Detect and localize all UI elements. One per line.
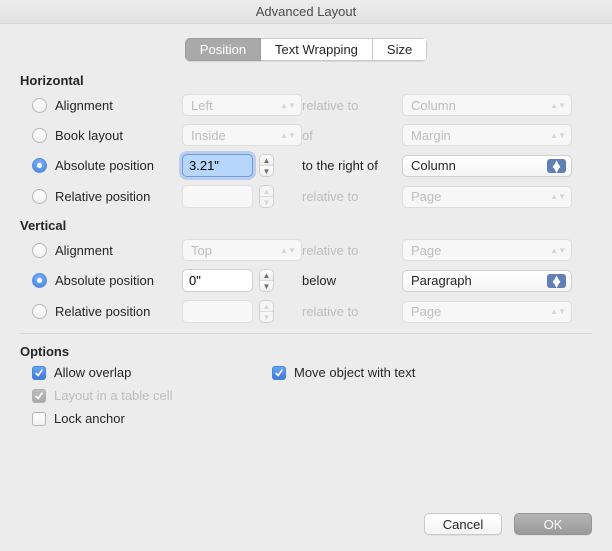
radio-icon — [32, 243, 47, 258]
checkbox-checked-icon — [272, 366, 286, 380]
radio-checked-icon — [32, 158, 47, 173]
chevron-updown-icon: ▲▼ — [547, 159, 566, 173]
ok-button[interactable]: OK — [514, 513, 592, 535]
v-abs-stepper[interactable]: ▲▼ — [182, 269, 274, 292]
v-alignment-rel-select: Page ▲▼ — [402, 239, 572, 261]
h-alignment-rel-label: relative to — [302, 98, 402, 113]
radio-icon — [32, 189, 47, 204]
h-book-label: Book layout — [55, 128, 123, 143]
h-rel-rel-value: Page — [411, 189, 441, 204]
h-book-rel-label: of — [302, 128, 402, 143]
chevron-updown-icon: ▲▼ — [550, 133, 566, 138]
v-abs-rel-label: below — [302, 273, 402, 288]
h-alignment-rel-select: Column ▲▼ — [402, 94, 572, 116]
chevron-updown-icon: ▲▼ — [550, 309, 566, 314]
section-horizontal: Horizontal — [20, 73, 592, 88]
h-alignment-rel-value: Column — [411, 98, 456, 113]
h-rel-radio[interactable]: Relative position — [32, 189, 182, 204]
h-rel-input — [182, 185, 253, 208]
h-book-select: Inside ▲▼ — [182, 124, 302, 146]
tab-text-wrapping[interactable]: Text Wrapping — [261, 38, 373, 61]
chevron-updown-icon: ▲▼ — [547, 274, 566, 288]
v-abs-rel-value: Paragraph — [411, 273, 472, 288]
checkbox-checked-disabled-icon — [32, 389, 46, 403]
section-options: Options — [20, 344, 592, 359]
window-title: Advanced Layout — [0, 0, 612, 24]
h-rel-stepper: ▲▼ — [182, 185, 274, 208]
v-alignment-rel-label: relative to — [302, 243, 402, 258]
footer-buttons: Cancel OK — [424, 513, 592, 535]
h-book-rel-value: Margin — [411, 128, 451, 143]
h-rel-rel-label: relative to — [302, 189, 402, 204]
h-abs-rel-label: to the right of — [302, 158, 402, 173]
v-alignment-radio[interactable]: Alignment — [32, 243, 182, 258]
v-alignment-rel-value: Page — [411, 243, 441, 258]
checkbox-checked-icon — [32, 366, 46, 380]
checkbox-icon — [32, 412, 46, 426]
chevron-updown-icon: ▲▼ — [280, 248, 296, 253]
radio-checked-icon — [32, 273, 47, 288]
h-abs-rel-value: Column — [411, 158, 456, 173]
v-alignment-label: Alignment — [55, 243, 113, 258]
overlap-checkbox[interactable]: Allow overlap — [32, 365, 272, 380]
v-rel-stepper: ▲▼ — [182, 300, 274, 323]
v-abs-rel-select[interactable]: Paragraph ▲▼ — [402, 270, 572, 292]
move-with-text-label: Move object with text — [294, 365, 415, 380]
radio-icon — [32, 304, 47, 319]
section-vertical: Vertical — [20, 218, 592, 233]
h-book-value: Inside — [191, 128, 226, 143]
h-abs-label: Absolute position — [55, 158, 154, 173]
overlap-label: Allow overlap — [54, 365, 131, 380]
stepper-icon: ▲▼ — [259, 300, 274, 323]
v-rel-input — [182, 300, 253, 323]
v-abs-input[interactable] — [182, 269, 253, 292]
chevron-updown-icon: ▲▼ — [280, 103, 296, 108]
h-abs-stepper[interactable]: ▲▼ — [182, 154, 274, 177]
lock-anchor-checkbox[interactable]: Lock anchor — [32, 411, 272, 426]
divider — [20, 333, 592, 334]
h-alignment-radio[interactable]: Alignment — [32, 98, 182, 113]
v-alignment-value: Top — [191, 243, 212, 258]
layout-in-table-label: Layout in a table cell — [54, 388, 173, 403]
h-abs-rel-select[interactable]: Column ▲▼ — [402, 155, 572, 177]
chevron-updown-icon: ▲▼ — [280, 133, 296, 138]
v-abs-label: Absolute position — [55, 273, 154, 288]
cancel-button[interactable]: Cancel — [424, 513, 502, 535]
chevron-updown-icon: ▲▼ — [550, 194, 566, 199]
v-abs-radio[interactable]: Absolute position — [32, 273, 182, 288]
h-abs-radio[interactable]: Absolute position — [32, 158, 182, 173]
h-rel-rel-select: Page ▲▼ — [402, 186, 572, 208]
move-with-text-checkbox[interactable]: Move object with text — [272, 365, 532, 380]
h-alignment-select: Left ▲▼ — [182, 94, 302, 116]
stepper-icon: ▲▼ — [259, 185, 274, 208]
h-book-rel-select: Margin ▲▼ — [402, 124, 572, 146]
radio-icon — [32, 128, 47, 143]
h-abs-input[interactable] — [182, 154, 253, 177]
v-rel-rel-select: Page ▲▼ — [402, 301, 572, 323]
radio-icon — [32, 98, 47, 113]
lock-anchor-label: Lock anchor — [54, 411, 125, 426]
v-alignment-select: Top ▲▼ — [182, 239, 302, 261]
v-rel-radio[interactable]: Relative position — [32, 304, 182, 319]
v-rel-rel-label: relative to — [302, 304, 402, 319]
h-alignment-label: Alignment — [55, 98, 113, 113]
layout-in-table-checkbox: Layout in a table cell — [32, 388, 272, 403]
h-rel-label: Relative position — [55, 189, 150, 204]
stepper-icon[interactable]: ▲▼ — [259, 154, 274, 177]
v-rel-rel-value: Page — [411, 304, 441, 319]
v-rel-label: Relative position — [55, 304, 150, 319]
tab-position[interactable]: Position — [185, 38, 261, 61]
h-book-radio[interactable]: Book layout — [32, 128, 182, 143]
tab-size[interactable]: Size — [373, 38, 427, 61]
h-alignment-value: Left — [191, 98, 213, 113]
chevron-updown-icon: ▲▼ — [550, 248, 566, 253]
chevron-updown-icon: ▲▼ — [550, 103, 566, 108]
tab-bar: Position Text Wrapping Size — [185, 38, 427, 61]
stepper-icon[interactable]: ▲▼ — [259, 269, 274, 292]
